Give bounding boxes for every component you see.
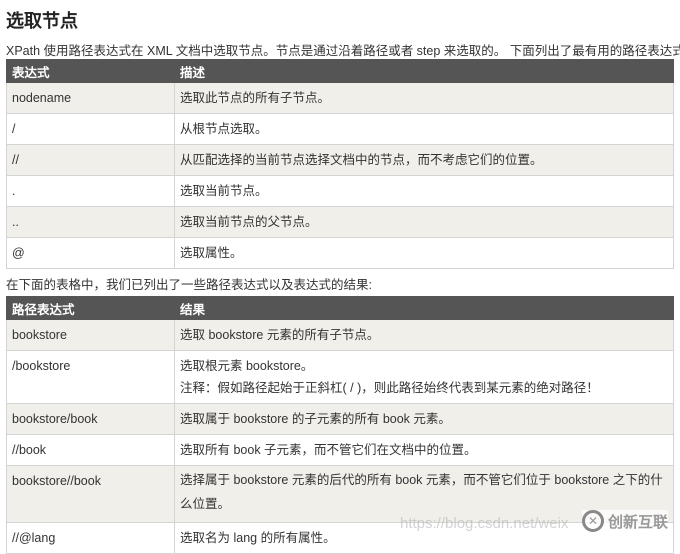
cell-expression: // [6,144,175,176]
header-path-expression: 路径表达式 [6,296,175,320]
path-results-table: 路径表达式 结果 bookstore 选取 bookstore 元素的所有子节点。 … [6,296,674,554]
header-expression: 表达式 [6,59,175,83]
cell-expression: /bookstore [6,350,175,404]
cell-result: 选取 bookstore 元素的所有子节点。 [174,319,674,351]
table-row: nodename 选取此节点的所有子节点。 [6,82,674,114]
watermark-url: https://blog.csdn.net/weix [400,515,569,532]
result-note: 注释：假如路径起始于正斜杠( / )，则此路径始终代表到某元素的绝对路径！ [180,381,599,395]
table-row: . 选取当前节点。 [6,175,674,207]
cell-expression: nodename [6,82,175,114]
cell-expression: @ [6,237,175,269]
cell-expression: bookstore/book [6,403,175,435]
cell-result: 选取根元素 bookstore。注释：假如路径起始于正斜杠( / )，则此路径始… [174,350,674,404]
table-row: //@lang 选取名为 lang 的所有属性。 [6,522,674,554]
cell-result: 选取所有 book 子元素，而不管它们在文档中的位置。 [174,434,674,466]
cell-expression: .. [6,206,175,238]
cell-description: 选取此节点的所有子节点。 [174,82,674,114]
cell-description: 选取当前节点的父节点。 [174,206,674,238]
table-row: bookstore 选取 bookstore 元素的所有子节点。 [6,319,674,351]
page-title: 选取节点 [6,11,78,31]
path-expressions-table: 表达式 描述 nodename 选取此节点的所有子节点。 / 从根节点选取。 //从匹… [6,59,674,269]
table-row: @ 选取属性。 [6,237,674,269]
cell-description: 从匹配选择的当前节点选择文档中的节点，而不考虑它们的位置。 [174,144,674,176]
cell-result: 选取属于 bookstore 的子元素的所有 book 元素。 [174,403,674,435]
header-result: 结果 [174,296,674,320]
cell-expression: / [6,113,175,145]
logo-text: 创新互联 [608,513,669,531]
table-intro-text: 在下面的表格中，我们已列出了一些路径表达式以及表达式的结果: [6,278,372,292]
table-row: //从匹配选择的当前节点选择文档中的节点，而不考虑它们的位置。 [6,144,674,176]
cell-expression: //@lang [6,522,175,554]
intro-text: XPath 使用路径表达式在 XML 文档中选取节点。节点是通过沿着路径或者 s… [6,44,680,58]
logo-icon: ✕ [582,510,604,532]
cell-description: 从根节点选取。 [174,113,674,145]
cell-expression: bookstore [6,319,175,351]
cell-expression: . [6,175,175,207]
cell-description: 选取属性。 [174,237,674,269]
cell-expression: bookstore//book [6,465,175,523]
cell-expression: //book [6,434,175,466]
table-row: bookstore//book 选择属于 bookstore 元素的后代的所有 b… [6,465,674,523]
table-row: bookstore/book 选取属于 bookstore 的子元素的所有 boo… [6,403,674,435]
watermark-logo: ✕ 创新互联 [582,510,669,532]
table-row: .. 选取当前节点的父节点。 [6,206,674,238]
header-description: 描述 [174,59,674,83]
cell-description: 选取当前节点。 [174,175,674,207]
table-row: //book 选取所有 book 子元素，而不管它们在文档中的位置。 [6,434,674,466]
table-row: /bookstore 选取根元素 bookstore。 注释：假如路径起始于正斜杠(… [6,350,674,404]
result-text: 选取根元素 bookstore。 [180,359,314,373]
table-row: / 从根节点选取。 [6,113,674,145]
